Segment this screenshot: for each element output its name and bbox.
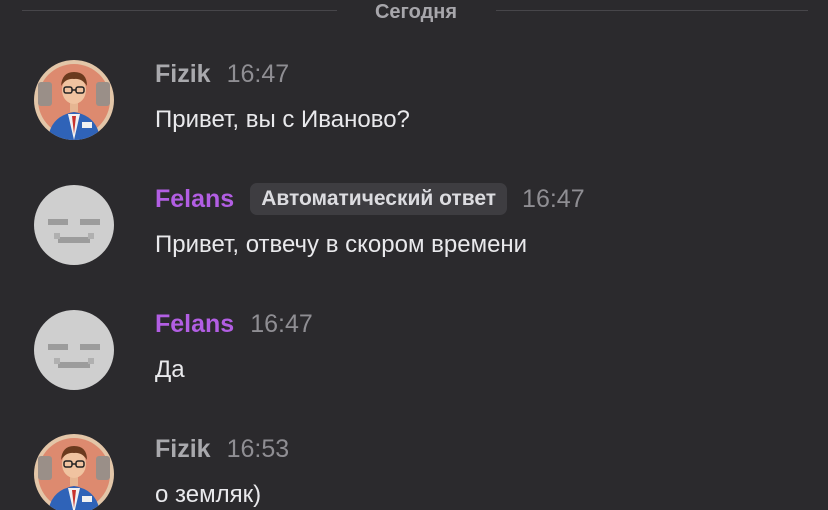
divider-line-right	[496, 10, 808, 11]
auto-reply-badge: Автоматический ответ	[250, 183, 508, 215]
illustrated-man-avatar-icon[interactable]	[34, 60, 114, 140]
default-gray-avatar-icon[interactable]	[34, 310, 114, 390]
divider-line-left	[22, 10, 337, 11]
date-divider-label: Сегодня	[374, 1, 458, 23]
default-gray-avatar-icon[interactable]	[34, 185, 114, 265]
timestamp: 16:47	[250, 309, 313, 338]
message-text: Привет, вы с Иваново?	[155, 106, 410, 133]
username[interactable]: Felans	[155, 185, 234, 214]
message-text: Да	[155, 356, 185, 383]
timestamp: 16:47	[522, 184, 585, 213]
timestamp: 16:47	[226, 59, 290, 88]
message-header: Fizik 16:53	[155, 433, 289, 465]
date-divider: Сегодня	[0, 0, 828, 24]
message-header: Felans 16:47	[155, 308, 313, 340]
chat-message-list: Сегодня Fizik 16:47 Привет, вы с Иваново…	[0, 0, 828, 510]
username[interactable]: Felans	[155, 310, 234, 339]
timestamp: 16:53	[226, 434, 290, 463]
illustrated-man-avatar-icon[interactable]	[34, 434, 114, 510]
message-text: о земляк)	[155, 481, 262, 508]
username[interactable]: Fizik	[155, 60, 211, 89]
message-text: Привет, отвечу в скором времени	[155, 231, 528, 258]
message-header: Fizik 16:47	[155, 58, 289, 90]
message-header: Felans Автоматический ответ 16:47	[155, 183, 585, 215]
username[interactable]: Fizik	[155, 435, 211, 464]
